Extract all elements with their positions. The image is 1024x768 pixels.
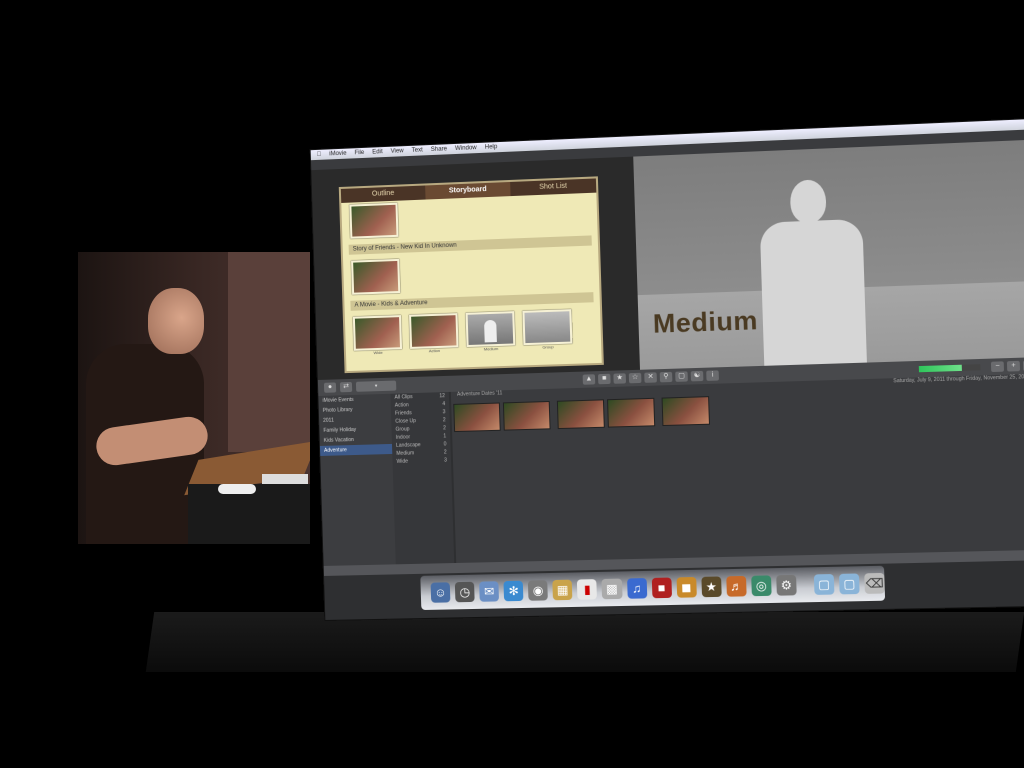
mail-icon[interactable]: ✉ xyxy=(479,581,500,602)
reject-icon[interactable]: ✕ xyxy=(644,372,657,383)
clip-view-icon[interactable]: ■ xyxy=(597,373,611,385)
clip-thumbnail[interactable] xyxy=(502,400,551,431)
shot-label: Group xyxy=(542,344,554,350)
clip-thumbnail[interactable] xyxy=(661,396,711,427)
garageband-icon[interactable]: ♬ xyxy=(726,575,747,597)
zoom-out-icon[interactable]: − xyxy=(990,361,1005,373)
library-item-selected[interactable]: Adventure xyxy=(319,443,393,456)
shot-group[interactable] xyxy=(522,309,573,346)
keyword-row[interactable]: Wide 3 xyxy=(392,456,451,466)
menu-text[interactable]: Text xyxy=(412,147,423,154)
project-pane: Outline Storyboard Shot List Story of Fr… xyxy=(311,156,641,381)
desk-surface xyxy=(145,612,1024,672)
event-selector[interactable]: ▾ xyxy=(355,380,397,392)
swap-icon[interactable]: ⇄ xyxy=(339,381,353,393)
menu-view[interactable]: View xyxy=(391,148,404,155)
shot-placeholder[interactable] xyxy=(351,258,401,295)
preview-icon[interactable]: ▩ xyxy=(601,578,623,600)
imovie-icon[interactable]: ★ xyxy=(701,576,722,598)
camera-icon[interactable]: ● xyxy=(323,382,337,393)
menu-edit[interactable]: Edit xyxy=(372,149,383,155)
audio-meter xyxy=(918,364,981,373)
ical-icon[interactable]: ▮ xyxy=(577,579,598,600)
clip-thumbnail[interactable] xyxy=(606,397,656,428)
shot-placeholder[interactable] xyxy=(349,202,399,239)
facetime-icon[interactable]: ◉ xyxy=(528,580,549,601)
itunes-icon[interactable]: ♫ xyxy=(626,578,647,599)
imovie-screen:  iMovie File Edit View Text Share Windo… xyxy=(310,118,1024,620)
dashboard-icon[interactable]: ◷ xyxy=(454,581,475,603)
iphoto-icon[interactable]: ◼ xyxy=(676,576,697,598)
silhouette-head xyxy=(789,179,827,224)
adjust-icon[interactable]: ☯ xyxy=(690,370,704,382)
presenter-video-inset xyxy=(78,252,310,544)
safari-icon[interactable]: ✻ xyxy=(503,580,524,602)
view-controls: − + ⚙ xyxy=(990,360,1024,373)
shot-medium[interactable] xyxy=(465,311,516,348)
person-silhouette-icon xyxy=(759,218,868,370)
select-arrow-icon[interactable]: ▲ xyxy=(582,374,596,385)
viewer-pane: Medium xyxy=(633,139,1024,370)
clip-thumbnail[interactable] xyxy=(556,399,605,430)
folder-icon[interactable]: ▢ xyxy=(813,574,835,595)
address-book-icon[interactable]: ▦ xyxy=(552,579,573,601)
unmark-icon[interactable]: ☆ xyxy=(628,372,642,384)
zoom-in-icon[interactable]: + xyxy=(1006,360,1021,372)
menu-file[interactable]: File xyxy=(354,150,364,156)
menu-help[interactable]: Help xyxy=(485,144,498,151)
shot-action[interactable] xyxy=(409,313,459,349)
event-library: iMovie Events Photo Library 2011 Family … xyxy=(318,393,396,566)
keyword-filter-panel: All Clips 12 Action 4 Friends 3 Close Up 2 G… xyxy=(390,391,455,565)
app-store-icon[interactable]: ◎ xyxy=(751,575,772,597)
tool-group: ▲ ■ ★ ☆ ✕ ⚲ ▢ ☯ i xyxy=(582,370,719,385)
keyword-icon[interactable]: ⚲ xyxy=(659,371,673,383)
crop-icon[interactable]: ▢ xyxy=(675,371,688,382)
shot-label: Wide xyxy=(373,349,383,356)
back-wall xyxy=(228,252,310,452)
event-browser: Adventure Dates '11 Saturday, July 9, 20… xyxy=(450,373,1024,563)
photobooth-icon[interactable]: ■ xyxy=(651,577,672,599)
storyboard-row-3: Wide Action Medium Group xyxy=(345,306,602,358)
mouse xyxy=(218,484,256,494)
dock: ☺ ◷ ✉ ✻ ◉ ▦ ▮ ▩ ♫ ■ ◼ ★ ♬ ◎ ⚙ ▢ ▢ ⌫ xyxy=(420,565,886,611)
shot-wide[interactable] xyxy=(352,315,403,351)
favorite-icon[interactable]: ★ xyxy=(613,373,627,384)
trailer-storyboard: Outline Storyboard Shot List Story of Fr… xyxy=(338,176,604,374)
storyboard-row-2 xyxy=(343,249,599,297)
keyboard xyxy=(262,474,308,484)
event-name: Adventure Dates '11 xyxy=(456,390,503,398)
info-icon[interactable]: i xyxy=(706,370,719,381)
menu-share[interactable]: Share xyxy=(431,146,447,153)
clip-thumbnail[interactable] xyxy=(453,402,501,433)
presenter-head xyxy=(148,288,204,354)
menu-window[interactable]: Window xyxy=(455,145,477,152)
trash-icon[interactable]: ⌫ xyxy=(864,572,886,594)
menu-imovie[interactable]: iMovie xyxy=(329,151,347,158)
finder-icon[interactable]: ☺ xyxy=(430,582,451,603)
shot-label: Action xyxy=(428,347,441,354)
viewer-shot-label: Medium xyxy=(652,304,759,339)
apple-menu-icon[interactable]:  xyxy=(317,152,322,158)
system-preferences-icon[interactable]: ⚙ xyxy=(776,574,797,596)
downloads-folder-icon[interactable]: ▢ xyxy=(839,573,860,595)
